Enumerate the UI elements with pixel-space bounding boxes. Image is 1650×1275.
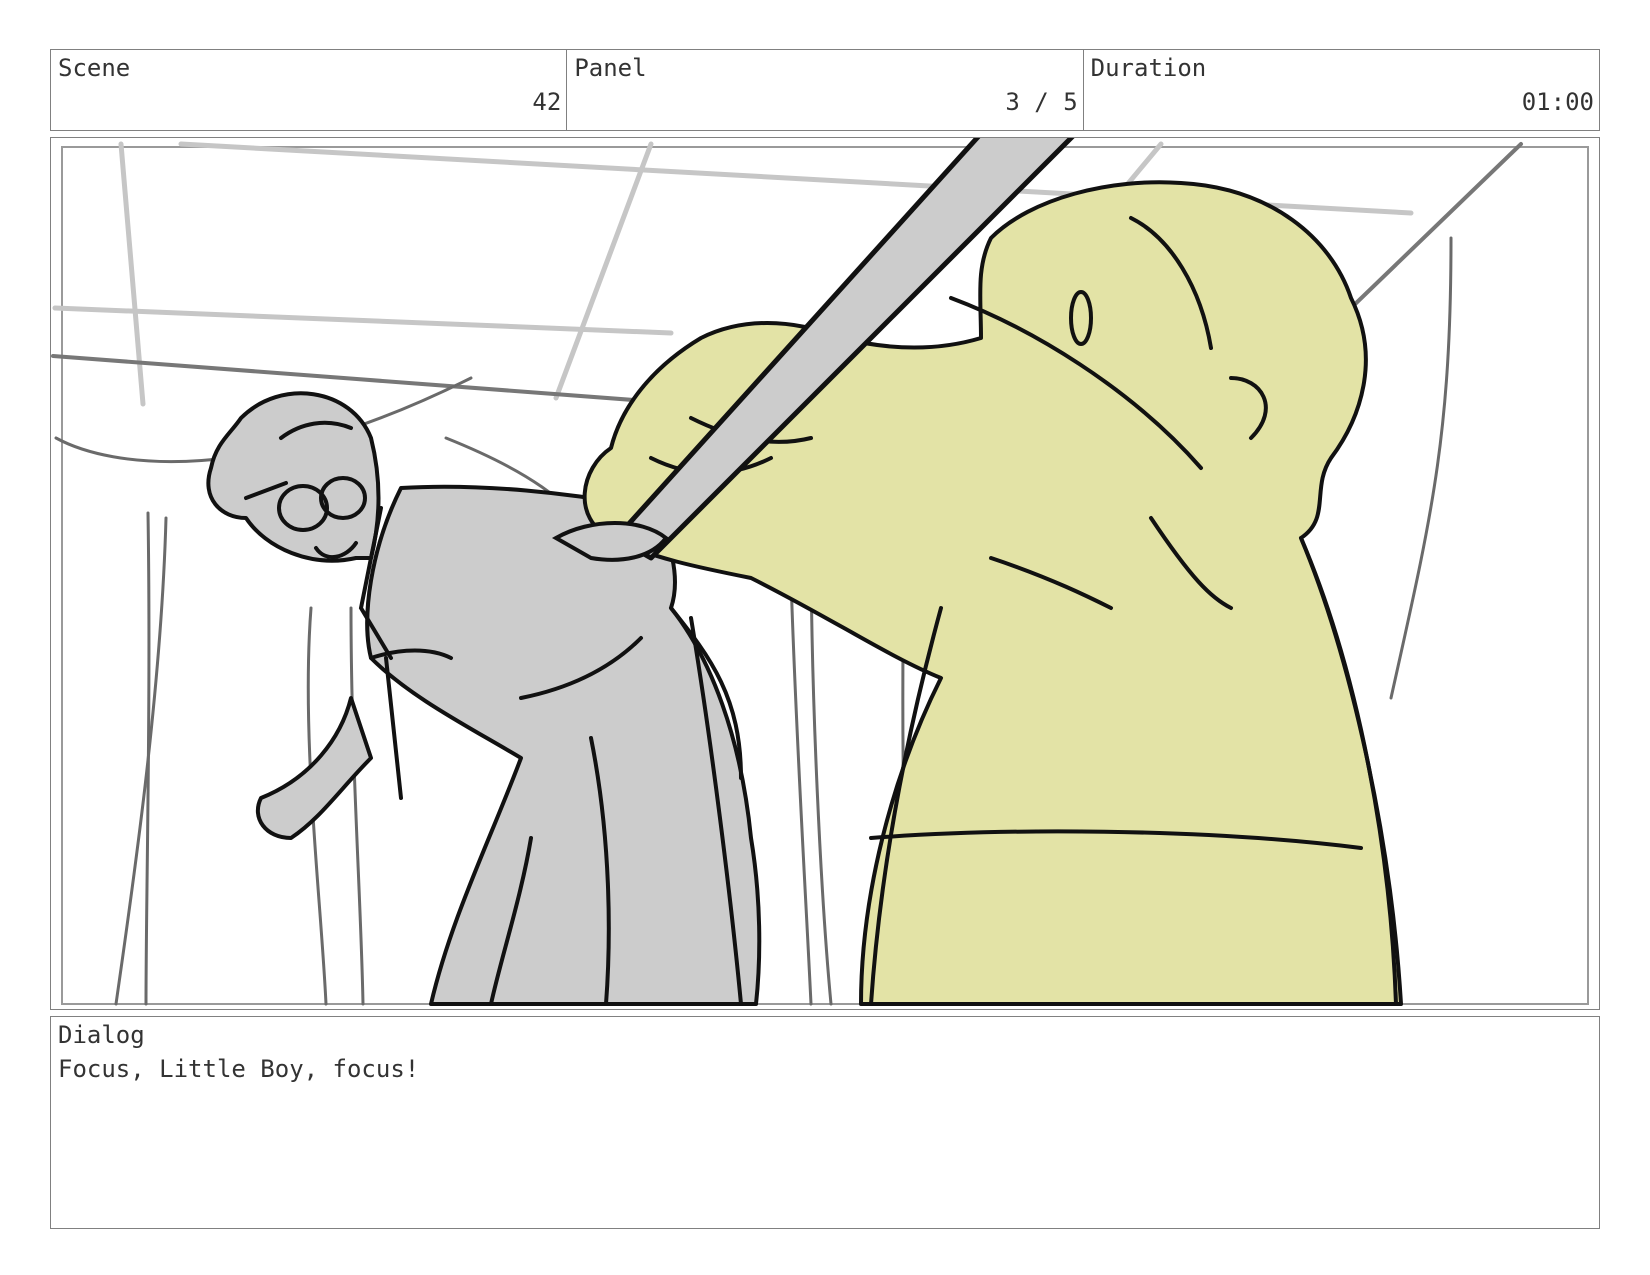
dialog-box: Dialog Focus, Little Boy, focus! <box>50 1016 1600 1229</box>
scene-cell: Scene 42 <box>51 50 568 130</box>
storyboard-frame <box>50 137 1600 1010</box>
dialog-text: Focus, Little Boy, focus! <box>58 1055 420 1083</box>
duration-value: 01:00 <box>1521 88 1594 116</box>
panel-cell: Panel 3 / 5 <box>567 50 1084 130</box>
scene-number: 42 <box>532 88 562 116</box>
duration-cell: Duration 01:00 <box>1084 50 1599 130</box>
duration-label: Duration <box>1090 54 1207 82</box>
panel-header: Scene 42 Panel 3 / 5 Duration 01:00 <box>50 49 1600 131</box>
panel-label: Panel <box>574 54 647 82</box>
storyboard-sketch <box>51 138 1589 1006</box>
dialog-label: Dialog <box>58 1021 145 1049</box>
scene-label: Scene <box>58 54 131 82</box>
panel-number: 3 / 5 <box>1005 88 1078 116</box>
